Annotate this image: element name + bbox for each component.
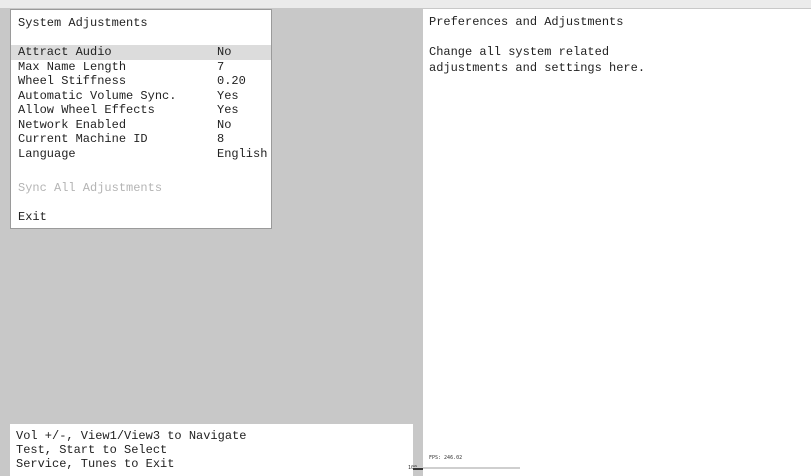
description-text-line: adjustments and settings here. — [429, 61, 646, 75]
menu-item-label: Automatic Volume Sync. — [18, 88, 177, 103]
description-title: Preferences and Adjustments — [429, 15, 624, 29]
menu-item-label: Wheel Stiffness — [18, 74, 127, 88]
menu-item-automatic-volume-sync[interactable]: Automatic Volume Sync. Yes — [11, 89, 271, 104]
menu-item-max-name-length[interactable]: Max Name Length 7 — [11, 60, 271, 75]
menu-item-value: 7 — [217, 59, 225, 74]
menu-item-value: Yes — [217, 88, 239, 103]
menu-item-value: 0.20 — [217, 74, 246, 88]
menu-item-network-enabled[interactable]: Network Enabled No — [11, 118, 271, 133]
menu-item-wheel-stiffness[interactable]: Wheel Stiffness 0.20 — [11, 74, 271, 89]
menu-item-label: Network Enabled — [18, 117, 127, 132]
help-exit-text: Service, Tunes to Exit — [16, 457, 175, 471]
exit-option[interactable]: Exit — [18, 210, 47, 224]
menu-item-label: Max Name Length — [18, 59, 127, 74]
sync-all-adjustments-option: Sync All Adjustments — [18, 181, 163, 195]
menu-item-label: Current Machine ID — [18, 132, 148, 146]
description-text-line: Change all system related — [429, 45, 610, 59]
perf-graph-track — [413, 467, 520, 469]
help-navigate-text: Vol +/-, View1/View3 to Navigate — [16, 429, 247, 443]
menu-item-value: No — [217, 117, 232, 132]
menu-title: System Adjustments — [18, 16, 148, 30]
fps-counter: FPS: 246.02 — [429, 455, 463, 461]
system-adjustments-menu: System Adjustments Attract Audio No Max … — [10, 9, 272, 229]
menu-item-value: English — [217, 146, 268, 161]
menu-list: Attract Audio No Max Name Length 7 Wheel… — [11, 45, 271, 161]
description-panel: Preferences and Adjustments Change all s… — [423, 9, 811, 476]
menu-item-value: Yes — [217, 103, 239, 117]
menu-item-label: Attract Audio — [18, 45, 112, 59]
controls-help-panel: Vol +/-, View1/View3 to Navigate Test, S… — [10, 424, 413, 476]
menu-item-label: Allow Wheel Effects — [18, 103, 155, 117]
menu-item-label: Language — [18, 146, 76, 161]
help-select-text: Test, Start to Select — [16, 443, 168, 457]
menu-item-value: 8 — [217, 132, 225, 146]
menu-item-current-machine-id[interactable]: Current Machine ID 8 — [11, 132, 271, 147]
top-strip — [0, 0, 811, 8]
menu-item-allow-wheel-effects[interactable]: Allow Wheel Effects Yes — [11, 103, 271, 118]
menu-item-value: No — [217, 45, 232, 59]
menu-item-language[interactable]: Language English — [11, 147, 271, 162]
perf-graph-bar — [413, 468, 423, 470]
menu-item-attract-audio[interactable]: Attract Audio No — [11, 45, 271, 60]
